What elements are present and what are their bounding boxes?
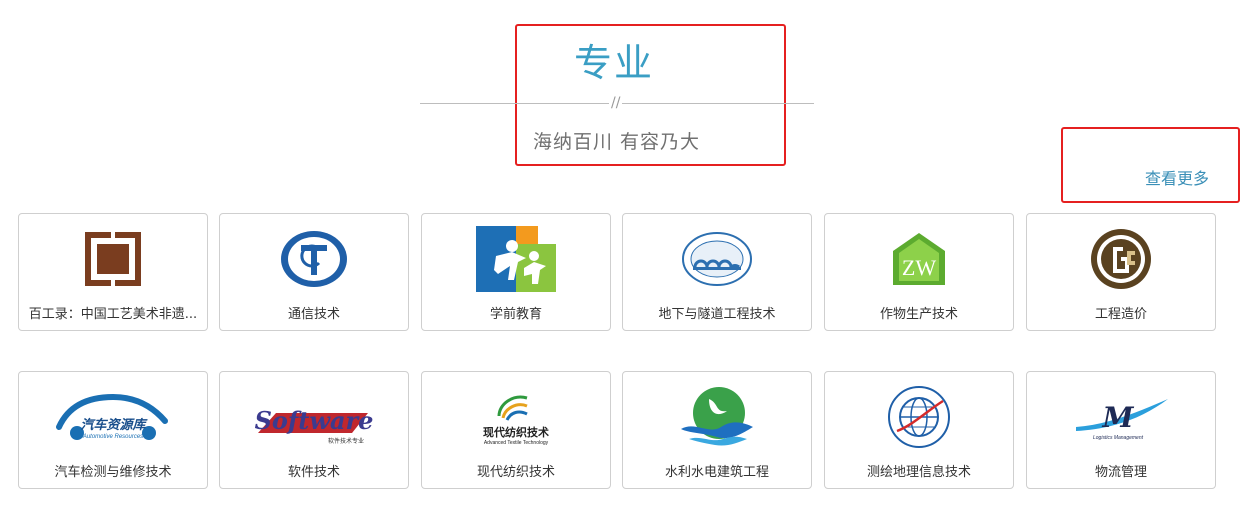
major-card-baigonglu[interactable]: 百工录：中国工艺美术非遗... [18, 213, 208, 331]
major-card-preschool[interactable]: 学前教育 [421, 213, 611, 331]
globe-logo-icon [879, 384, 959, 450]
car-logo-text: 汽车资源库 [80, 417, 148, 433]
major-card-tunnel[interactable]: 地下与隧道工程技术 [622, 213, 812, 331]
major-card-software[interactable]: Software 软件技术专业 软件技术 [219, 371, 409, 489]
major-card-label: 作物生产技术 [879, 307, 958, 322]
major-card-label: 物流管理 [1094, 465, 1147, 480]
preschool-children-icon [476, 226, 556, 292]
major-card-label: 汽车检测与维修技术 [54, 465, 172, 480]
section-title: 专业 [574, 41, 655, 85]
svg-text:ZW: ZW [902, 255, 936, 280]
engineering-cost-logo-icon [1081, 226, 1161, 292]
major-card-crop[interactable]: ZW 作物生产技术 [824, 213, 1014, 331]
car-logo-subtext: Automotive Resources [82, 434, 143, 440]
major-card-label: 学前教育 [489, 307, 542, 322]
major-card-cost[interactable]: 工程造价 [1026, 213, 1216, 331]
major-card-label: 百工录：中国工艺美术非遗... [28, 307, 198, 322]
major-card-label: 软件技术 [287, 465, 340, 480]
car-logo-icon: 汽车资源库 Automotive Resources [53, 384, 173, 450]
fret-pattern-icon [73, 226, 153, 292]
water-wave-logo-icon [677, 384, 757, 450]
divider-mark: // [609, 95, 623, 111]
major-card-label: 地下与隧道工程技术 [658, 307, 776, 322]
software-logo-icon: Software 软件技术专业 [254, 384, 374, 450]
logistics-logo-subtext: Logistics Management [1093, 435, 1144, 441]
major-card-label: 现代纺织技术 [476, 465, 555, 480]
logistics-logo-text: M [1102, 401, 1135, 434]
logistics-logo-icon: M Logistics Management [1066, 384, 1176, 450]
major-card-surveying[interactable]: 测绘地理信息技术 [824, 371, 1014, 489]
textile-logo-subtext: Advanced Textile Technology [484, 440, 549, 446]
major-card-auto[interactable]: 汽车资源库 Automotive Resources 汽车检测与维修技术 [18, 371, 208, 489]
major-card-communication[interactable]: 通信技术 [219, 213, 409, 331]
section-subtitle: 海纳百川 有容乃大 [533, 131, 701, 153]
software-logo-text: Software [255, 406, 374, 435]
major-card-water[interactable]: 水利水电建筑工程 [622, 371, 812, 489]
crop-house-icon: ZW [879, 226, 959, 292]
major-card-logistics[interactable]: M Logistics Management 物流管理 [1026, 371, 1216, 489]
tunnel-logo-icon [677, 226, 757, 292]
major-card-textile[interactable]: 现代纺织技术 Advanced Textile Technology 现代纺织技… [421, 371, 611, 489]
major-card-label: 工程造价 [1094, 307, 1147, 322]
major-card-label: 通信技术 [287, 307, 340, 322]
software-logo-subtext: 软件技术专业 [328, 437, 364, 445]
textile-logo-icon: 现代纺织技术 Advanced Textile Technology [461, 384, 571, 450]
major-card-label: 水利水电建筑工程 [664, 465, 769, 480]
major-card-label: 测绘地理信息技术 [866, 465, 971, 480]
communication-tech-logo-icon [274, 226, 354, 292]
view-more-link[interactable]: 查看更多 [1145, 165, 1209, 189]
textile-logo-text: 现代纺织技术 [483, 425, 549, 439]
